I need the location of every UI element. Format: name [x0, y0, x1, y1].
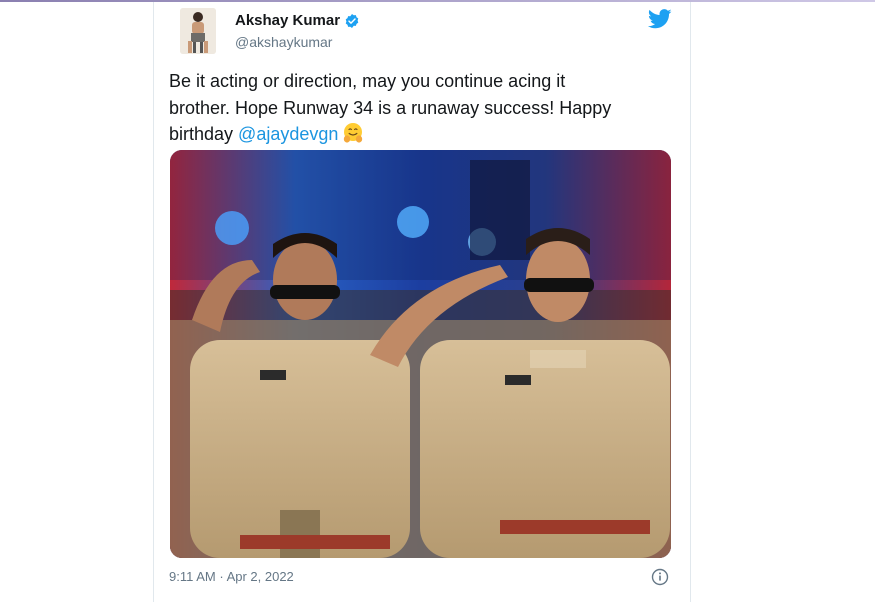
author-name-text: Akshay Kumar: [235, 12, 341, 29]
tweet-text-line: birthday @ajaydevgn: [169, 121, 659, 148]
tweet-embed-card: Akshay Kumar @akshaykumar Be it acting o…: [153, 2, 691, 602]
author-handle[interactable]: @akshaykumar: [235, 34, 332, 50]
tweet-text-prefix: birthday: [169, 124, 239, 144]
twitter-bird-icon[interactable]: [647, 9, 672, 29]
tweet-text-line: brother. Hope Runway 34 is a runaway suc…: [169, 97, 612, 118]
tweet-text: Be it acting or direction, may you conti…: [169, 68, 659, 148]
tweet-timestamp[interactable]: 9:11 AM · Apr 2, 2022: [169, 569, 294, 584]
mention-link[interactable]: @ajaydevgn: [238, 124, 338, 144]
avatar[interactable]: [180, 8, 216, 54]
info-icon[interactable]: [651, 568, 669, 586]
hugging-face-emoji: [342, 122, 364, 144]
author-name[interactable]: Akshay Kumar: [235, 12, 360, 29]
tweet-text-line: Be it acting or direction, may you conti…: [169, 71, 566, 91]
verified-badge-icon: [344, 13, 360, 29]
tweet-photo[interactable]: [170, 150, 671, 558]
